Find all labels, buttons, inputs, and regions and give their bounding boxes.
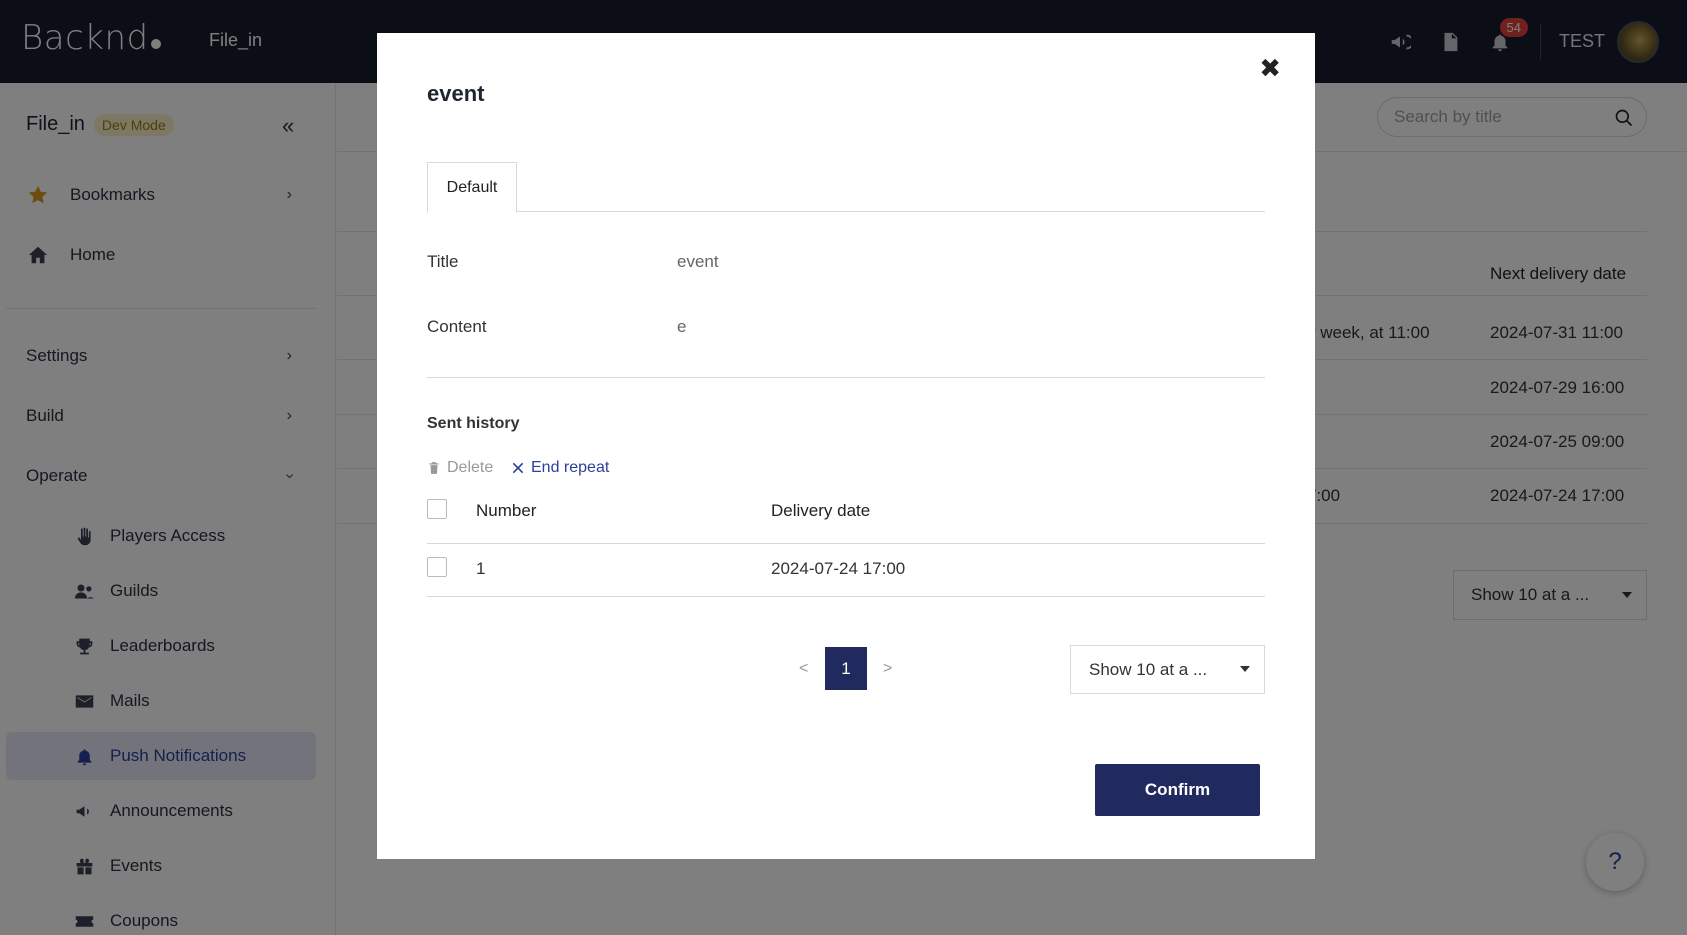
title-label: Title xyxy=(427,252,459,271)
row-checkbox[interactable] xyxy=(427,557,447,577)
x-icon xyxy=(512,462,524,474)
sent-history-title: Sent history xyxy=(427,415,520,432)
pager-prev-button[interactable]: < xyxy=(799,660,808,678)
modal-title: event xyxy=(427,81,485,106)
title-value: event xyxy=(677,252,719,271)
row-delivery-date: 2024-07-24 17:00 xyxy=(771,559,906,578)
tab-default[interactable]: Default xyxy=(427,162,517,213)
section-divider xyxy=(427,377,1265,378)
select-all-checkbox[interactable] xyxy=(427,499,447,519)
page-size-label: Show 10 at a ... xyxy=(1089,659,1208,679)
pager-next-button[interactable]: > xyxy=(883,660,892,678)
delete-label: Delete xyxy=(447,459,494,476)
modal-page-size-select[interactable]: Show 10 at a ... xyxy=(1070,645,1265,694)
delete-button[interactable]: Delete xyxy=(427,459,493,477)
modal-tabs: Default xyxy=(427,162,1265,213)
content-value: e xyxy=(677,317,687,336)
table-divider xyxy=(427,543,1265,544)
confirm-button[interactable]: Confirm xyxy=(1095,764,1260,816)
row-number: 1 xyxy=(476,559,486,578)
end-repeat-label: End repeat xyxy=(531,459,610,476)
content-label: Content xyxy=(427,317,487,336)
end-repeat-button[interactable]: End repeat xyxy=(511,459,609,477)
column-number: Number xyxy=(476,501,537,520)
close-icon[interactable]: ✖ xyxy=(1259,53,1281,84)
event-detail-modal: ✖ event Default Title event Content e Se… xyxy=(377,33,1315,859)
caret-down-icon xyxy=(1240,666,1250,672)
table-divider xyxy=(427,596,1265,597)
trash-icon xyxy=(429,462,439,474)
column-delivery-date: Delivery date xyxy=(771,501,871,520)
pager-page-1[interactable]: 1 xyxy=(825,647,867,690)
